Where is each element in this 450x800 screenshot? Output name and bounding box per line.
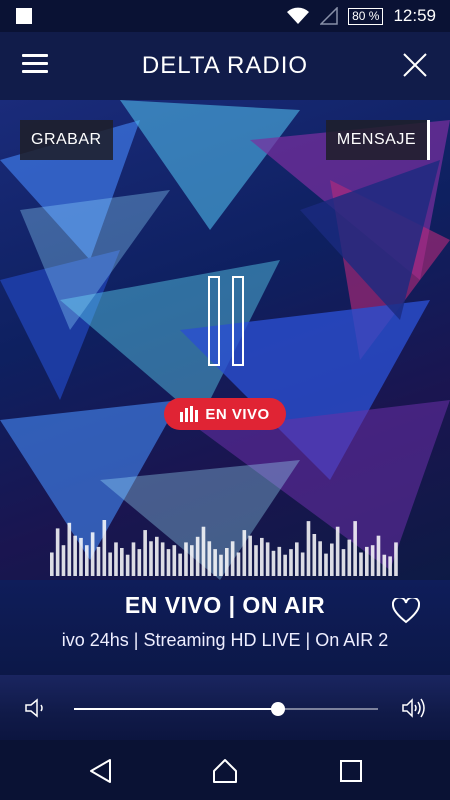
audio-visualizer bbox=[50, 520, 398, 576]
volume-slider-fill bbox=[74, 708, 278, 710]
visualizer-bar bbox=[300, 552, 305, 576]
visualizer-bar bbox=[359, 552, 363, 576]
visualizer-bar bbox=[312, 534, 317, 576]
visualizer-bar bbox=[50, 552, 54, 576]
visualizer-bar bbox=[125, 554, 130, 576]
now-playing-marquee: ivo 24hs | Streaming HD LIVE | On AIR 2 bbox=[61, 630, 389, 650]
visualizer-bar bbox=[184, 542, 188, 576]
live-badge-label: EN VIVO bbox=[205, 405, 270, 423]
visualizer-bar bbox=[318, 541, 322, 576]
home-icon[interactable] bbox=[212, 758, 238, 784]
visualizer-bar bbox=[353, 521, 357, 576]
visualizer-bar bbox=[67, 522, 72, 576]
back-triangle-icon[interactable] bbox=[88, 758, 114, 784]
visualizer-bar bbox=[230, 541, 235, 576]
pause-icon bbox=[208, 276, 220, 366]
visualizer-bar bbox=[213, 549, 217, 576]
visualizer-bar bbox=[289, 549, 293, 576]
visualizer-bar bbox=[149, 541, 153, 576]
record-button[interactable]: GRABAR bbox=[20, 120, 113, 160]
status-bar: 80 % 12:59 bbox=[0, 0, 450, 32]
clock: 12:59 bbox=[393, 6, 436, 25]
system-nav-bar bbox=[0, 740, 450, 800]
visualizer-bar bbox=[324, 553, 328, 576]
visualizer-bar bbox=[178, 553, 182, 576]
volume-low-icon[interactable] bbox=[24, 697, 48, 719]
visualizer-bar bbox=[265, 542, 270, 576]
now-playing-panel: EN VIVO | ON AIR ivo 24hs | Streaming HD… bbox=[0, 580, 450, 675]
live-badge: EN VIVO bbox=[164, 398, 286, 430]
visualizer-bar bbox=[90, 532, 95, 576]
visualizer-bar bbox=[330, 543, 334, 576]
visualizer-bar bbox=[131, 542, 136, 576]
volume-control bbox=[0, 675, 450, 740]
volume-slider[interactable] bbox=[74, 702, 378, 716]
visualizer-bar bbox=[225, 548, 229, 576]
app-header: DELTA RADIO bbox=[0, 32, 450, 100]
volume-high-icon[interactable] bbox=[402, 697, 426, 719]
heart-icon[interactable] bbox=[392, 598, 420, 624]
visualizer-bar bbox=[236, 552, 241, 576]
visualizer-bar bbox=[306, 521, 311, 576]
visualizer-bar bbox=[335, 526, 340, 576]
visualizer-bar bbox=[102, 520, 107, 576]
visualizer-bar bbox=[155, 536, 159, 576]
wifi-icon bbox=[287, 7, 310, 24]
visualizer-bar bbox=[370, 545, 375, 576]
visualizer-bar bbox=[394, 542, 398, 576]
visualizer-bar bbox=[254, 545, 258, 576]
visualizer-bar bbox=[382, 554, 387, 576]
visualizer-bar bbox=[160, 542, 165, 576]
visualizer-bar bbox=[271, 550, 276, 576]
app-title: DELTA RADIO bbox=[141, 52, 309, 79]
visualizer-bar bbox=[85, 545, 89, 576]
visualizer-bar bbox=[143, 530, 147, 576]
station-status: EN VIVO | ON AIR bbox=[124, 592, 326, 618]
close-icon[interactable] bbox=[402, 52, 428, 78]
hero-artwork: GRABAR MENSAJE EN VIVO bbox=[0, 100, 450, 580]
visualizer-bar bbox=[55, 528, 60, 576]
visualizer-bar bbox=[96, 546, 101, 576]
recents-square-icon[interactable] bbox=[338, 758, 364, 784]
visualizer-bar bbox=[341, 549, 346, 576]
visualizer-bar bbox=[376, 535, 381, 576]
status-indicators: 80 % 12:59 bbox=[286, 0, 436, 32]
battery-indicator: 80 % bbox=[348, 7, 384, 25]
visualizer-bar bbox=[248, 535, 252, 576]
cell-signal-icon bbox=[320, 7, 338, 25]
visualizer-bar bbox=[195, 536, 200, 576]
visualizer-bar bbox=[61, 545, 66, 576]
visualizer-bar bbox=[120, 548, 124, 576]
visualizer-bar bbox=[295, 542, 299, 576]
visualizer-bar bbox=[172, 545, 177, 576]
visualizer-bar bbox=[79, 537, 83, 576]
visualizer-bar bbox=[114, 542, 118, 576]
visualizer-bar bbox=[207, 541, 212, 576]
visualizer-bar bbox=[137, 549, 142, 576]
visualizer-bar bbox=[388, 556, 392, 576]
visualizer-bar bbox=[260, 537, 264, 576]
visualizer-bar bbox=[166, 549, 171, 576]
visualizer-bar bbox=[365, 546, 369, 576]
signal-bars-icon bbox=[180, 406, 199, 422]
visualizer-bar bbox=[283, 554, 287, 576]
visualizer-bar bbox=[277, 546, 282, 576]
visualizer-bar bbox=[347, 539, 352, 576]
message-button[interactable]: MENSAJE bbox=[325, 120, 430, 160]
notification-icon bbox=[16, 8, 32, 24]
visualizer-bar bbox=[190, 545, 194, 576]
visualizer-bar bbox=[219, 554, 223, 576]
volume-slider-thumb[interactable] bbox=[270, 702, 285, 716]
visualizer-bar bbox=[108, 552, 112, 576]
visualizer-bar bbox=[242, 530, 247, 576]
visualizer-bar bbox=[201, 526, 206, 576]
visualizer-bar bbox=[73, 535, 77, 576]
pause-button[interactable] bbox=[208, 276, 244, 366]
